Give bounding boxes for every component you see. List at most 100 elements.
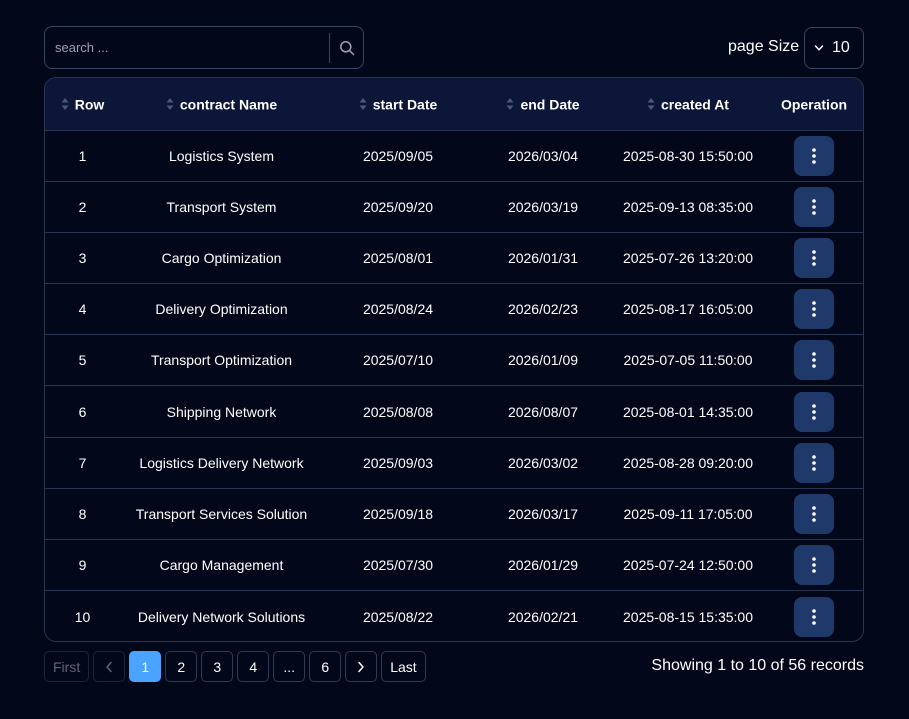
cell-row: 7	[45, 436, 120, 489]
cell-end-date: 2026/01/31	[473, 231, 613, 284]
cell-operation	[763, 436, 863, 489]
sort-icon	[506, 98, 514, 111]
next-page-button[interactable]	[345, 651, 378, 682]
cell-contract-name: Delivery Optimization	[120, 283, 323, 335]
cell-operation	[763, 590, 863, 641]
prev-page-button[interactable]	[93, 651, 126, 682]
pagination: First 1 2 3 4 ... 6 Last	[44, 651, 426, 682]
page-button-2[interactable]: 2	[165, 651, 198, 682]
header-start-date[interactable]: start Date	[323, 78, 473, 131]
cell-end-date: 2026/03/02	[473, 436, 613, 489]
more-vertical-icon	[812, 506, 816, 522]
page-button-6[interactable]: 6	[309, 651, 342, 682]
table-row: 4 Delivery Optimization 2025/08/24 2026/…	[45, 283, 863, 335]
cell-row: 1	[78, 147, 87, 164]
cell-row: 9	[45, 538, 120, 591]
row-actions-button[interactable]	[794, 596, 834, 637]
page-button-4[interactable]: 4	[237, 651, 270, 682]
search-box	[44, 26, 364, 69]
header-label: start Date	[372, 96, 438, 113]
cell-start-date: 2025/09/03	[323, 436, 473, 489]
cell-row: 8	[45, 487, 120, 540]
cell-created-at: 2025-08-30 15:50:00	[623, 147, 753, 164]
more-vertical-icon	[812, 454, 816, 471]
header-contract-name[interactable]: contract Name	[120, 78, 323, 131]
cell-created-at: 2025-08-28 09:20:00	[613, 436, 763, 489]
last-page-button[interactable]: Last	[381, 651, 426, 682]
cell-start-date: 2025/08/01	[323, 231, 473, 284]
row-actions-button[interactable]	[794, 289, 834, 330]
records-summary: Showing 1 to 10 of 56 records	[651, 657, 864, 674]
cell-row: 4	[45, 283, 120, 335]
cell-created-at: 2025-07-26 13:20:00	[613, 231, 763, 284]
cell-contract-name: Cargo Management	[120, 538, 323, 591]
cell-contract-name: Transport Services Solution	[120, 487, 323, 540]
table-header-row: Row contract Name start Date end Date cr…	[45, 78, 863, 131]
more-vertical-icon	[812, 250, 816, 266]
more-vertical-icon	[812, 557, 816, 573]
cell-end-date: 2026/02/23	[473, 283, 613, 335]
cell-created-at: 2025-08-17 16:05:00	[613, 283, 763, 335]
header-end-date[interactable]: end Date	[473, 78, 613, 131]
first-page-button[interactable]: First	[44, 651, 90, 682]
header-label: Row	[74, 96, 105, 113]
cell-contract-name: Logistics Delivery Network	[120, 436, 323, 489]
row-actions-button[interactable]	[794, 186, 834, 227]
sort-icon	[166, 98, 174, 111]
search-input[interactable]	[45, 27, 329, 68]
page-size-label: page Size	[728, 38, 800, 55]
table-row: 6 Shipping Network 2025/08/08 2026/08/07…	[45, 385, 863, 438]
cell-contract-name: Transport Optimization	[120, 334, 323, 386]
table-row: 10 Delivery Network Solutions 2025/08/22…	[45, 590, 863, 641]
header-row[interactable]: Row	[45, 78, 120, 131]
more-vertical-icon	[812, 147, 816, 164]
cell-created-at: 2025-09-13 08:35:00	[613, 180, 763, 233]
search-button[interactable]	[330, 27, 363, 68]
cell-row: 10	[45, 590, 120, 641]
table-row: 9 Cargo Management 2025/07/30 2026/01/29…	[45, 538, 863, 591]
cell-start-date: 2025/08/22	[323, 590, 473, 641]
contracts-table-page: page Size 10 Row contract Name	[0, 0, 909, 719]
sort-icon	[359, 98, 367, 111]
chevron-right-icon	[358, 661, 364, 672]
cell-end-date: 2026/03/19	[473, 180, 613, 233]
more-vertical-icon	[812, 198, 816, 215]
cell-contract-name: Logistics System	[168, 147, 275, 164]
cell-contract-name: Cargo Optimization	[120, 231, 323, 284]
cell-start-date: 2025/09/05	[362, 147, 434, 164]
page-ellipsis: ...	[273, 651, 306, 682]
header-created-at[interactable]: created At	[613, 78, 763, 131]
cell-end-date: 2026/08/07	[473, 385, 613, 438]
table-row: 3 Cargo Optimization 2025/08/01 2026/01/…	[45, 231, 863, 284]
cell-start-date: 2025/07/10	[323, 334, 473, 386]
cell-created-at: 2025-09-11 17:05:00	[613, 487, 763, 540]
cell-row: 2	[45, 180, 120, 233]
table-row: 5 Transport Optimization 2025/07/10 2026…	[45, 334, 863, 386]
cell-start-date: 2025/09/20	[323, 180, 473, 233]
page-size-select[interactable]: 10	[804, 27, 864, 69]
cell-operation	[763, 334, 863, 386]
table-row: 8 Transport Services Solution 2025/09/18…	[45, 487, 863, 540]
cell-end-date: 2026/02/21	[473, 590, 613, 641]
row-actions-button[interactable]	[794, 442, 834, 483]
cell-operation	[763, 231, 863, 284]
row-actions-button[interactable]	[794, 493, 834, 534]
cell-start-date: 2025/08/24	[323, 283, 473, 335]
cell-created-at: 2025-07-05 11:50:00	[613, 334, 763, 386]
row-actions-button[interactable]	[794, 391, 834, 432]
cell-operation	[763, 487, 863, 540]
cell-created-at: 2025-08-01 14:35:00	[613, 385, 763, 438]
cell-contract-name: Shipping Network	[120, 385, 323, 438]
page-button-3[interactable]: 3	[201, 651, 234, 682]
cell-operation	[763, 538, 863, 591]
row-actions-button[interactable]	[794, 545, 834, 586]
row-actions-button[interactable]	[794, 340, 834, 381]
row-actions-button[interactable]	[794, 237, 834, 278]
cell-contract-name: Delivery Network Solutions	[120, 590, 323, 641]
page-button-1[interactable]: 1	[129, 651, 162, 682]
cell-end-date: 2026/01/29	[473, 538, 613, 591]
cell-row: 5	[45, 334, 120, 386]
row-actions-button[interactable]	[794, 135, 834, 176]
more-vertical-icon	[812, 403, 816, 420]
table-row: 2 Transport System 2025/09/20 2026/03/19…	[45, 180, 863, 233]
